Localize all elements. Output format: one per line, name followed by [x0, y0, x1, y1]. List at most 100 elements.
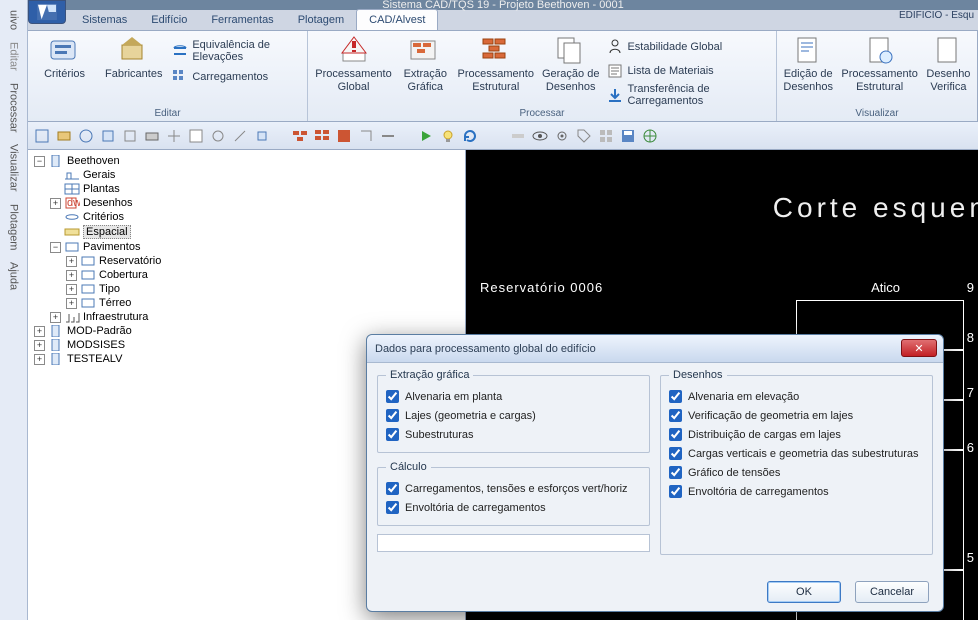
qat-grid-icon[interactable]	[598, 128, 614, 144]
group-label-visualizar: Visualizar	[777, 108, 977, 119]
fabricantes-button[interactable]: Fabricantes	[103, 35, 164, 87]
equivalencia-button[interactable]: Equivalência de Elevações	[172, 41, 301, 61]
qat-icon[interactable]	[358, 128, 374, 144]
cancel-button[interactable]: Cancelar	[855, 581, 929, 603]
tree-item[interactable]: +Tipo	[64, 282, 463, 296]
chk-carr-vh[interactable]: Carregamentos, tensões e esforços vert/h…	[386, 479, 641, 498]
dialog-titlebar[interactable]: Dados para processamento global do edifí…	[367, 335, 943, 363]
ribbon: Critérios Fabricantes Equivalência de El…	[28, 30, 978, 122]
group-visualizar: Edição deDesenhos ProcessamentoEstrutura…	[777, 31, 977, 121]
chk-lajes-geo[interactable]: Lajes (geometria e cargas)	[386, 406, 641, 425]
qat-icon[interactable]	[166, 128, 182, 144]
qat-icon[interactable]	[510, 128, 526, 144]
vis-proc-estrutural-button[interactable]: ProcessamentoEstrutural	[841, 35, 917, 93]
qat-bricks-icon[interactable]	[292, 128, 308, 144]
chk-envoltoria[interactable]: Envoltória de carregamentos	[386, 498, 641, 517]
estabilidade-button[interactable]: Estabilidade Global	[607, 37, 770, 57]
qat-icon[interactable]	[210, 128, 226, 144]
processing-dialog: Dados para processamento global do edifí…	[366, 334, 944, 612]
dialog-title: Dados para processamento global do edifí…	[375, 343, 596, 355]
chk-graf-tens[interactable]: Gráfico de tensões	[669, 463, 924, 482]
qat-play-icon[interactable]	[418, 128, 434, 144]
progress-bar	[377, 534, 650, 552]
svg-text:dwg: dwg	[67, 197, 80, 209]
ok-button[interactable]: OK	[767, 581, 841, 603]
qat-icon[interactable]	[380, 128, 396, 144]
qat-icon[interactable]	[34, 128, 50, 144]
chk-ver-lajes[interactable]: Verificação de geometria em lajes	[669, 406, 924, 425]
lista-materiais-button[interactable]: Lista de Materiais	[607, 61, 770, 81]
desenho-verif-button[interactable]: DesenhoVerifica	[926, 35, 971, 93]
proc-global-button[interactable]: ProcessamentoGlobal	[314, 35, 393, 105]
qat-globe-icon[interactable]	[642, 128, 658, 144]
qat-icon[interactable]	[188, 128, 204, 144]
transferencia-button[interactable]: Transferência de Carregamentos	[607, 85, 770, 105]
chk-alvenaria-planta[interactable]: Alvenaria em planta	[386, 387, 641, 406]
sheet-icon	[607, 63, 623, 79]
chk-cv-sub[interactable]: Cargas verticais e geometria das subestr…	[669, 444, 924, 463]
geracao-button[interactable]: Geração deDesenhos	[542, 35, 599, 105]
tab-edificio[interactable]: Edifício	[139, 10, 199, 30]
fabricantes-icon	[118, 35, 150, 67]
fieldset-desenhos: Desenhos Alvenaria em elevação Verificaç…	[660, 369, 933, 555]
qat-icon[interactable]	[78, 128, 94, 144]
sidebar-item-plotagem[interactable]: Plotagem	[8, 198, 20, 256]
extracao-button[interactable]: ExtraçãoGráfica	[401, 35, 450, 105]
tree-item[interactable]: +Térreo	[64, 296, 463, 310]
tree-item[interactable]: Plantas	[48, 182, 463, 196]
qat-gear-icon[interactable]	[554, 128, 570, 144]
qat-icon[interactable]	[232, 128, 248, 144]
tab-plotagem[interactable]: Plotagem	[286, 10, 356, 30]
tree-item[interactable]: Critérios	[48, 210, 463, 224]
qat-tag-icon[interactable]	[576, 128, 592, 144]
close-button[interactable]: ✕	[901, 339, 937, 357]
tree-item[interactable]: +Reservatório	[64, 254, 463, 268]
group-processar: ProcessamentoGlobal ExtraçãoGráfica Proc…	[308, 31, 777, 121]
legend: Extração gráfica	[386, 369, 473, 381]
tree-item[interactable]: +dwgDesenhos	[48, 196, 463, 210]
ribbon-tabs: Sistemas Edifício Ferramentas Plotagem C…	[70, 8, 978, 30]
doc3-icon	[932, 35, 964, 67]
qat-icon[interactable]	[122, 128, 138, 144]
qat-save-icon[interactable]	[620, 128, 636, 144]
app-menu-button[interactable]	[28, 0, 66, 24]
tree-item[interactable]: −Pavimentos	[48, 240, 463, 254]
tree-item-selected[interactable]: Espacial	[48, 224, 463, 240]
tree-item[interactable]: Gerais	[48, 168, 463, 182]
tab-cad-alvest[interactable]: CAD/Alvest	[356, 9, 438, 30]
pages-icon	[555, 35, 587, 67]
chk-subestruturas[interactable]: Subestruturas	[386, 425, 641, 444]
sidebar-item-visualizar[interactable]: Visualizar	[8, 138, 20, 198]
tab-ferramentas[interactable]: Ferramentas	[199, 10, 285, 30]
legend: Cálculo	[386, 461, 431, 473]
carregamentos-button[interactable]: Carregamentos	[172, 67, 301, 87]
qat-bricks3-icon[interactable]	[336, 128, 352, 144]
tree-item[interactable]: +Infraestrutura	[48, 310, 463, 324]
group-label-editar: Editar	[28, 108, 307, 119]
sidebar-item-arquivo[interactable]: uivo	[8, 4, 20, 36]
sidebar-item-ajuda[interactable]: Ajuda	[8, 256, 20, 296]
qat-bricks2-icon[interactable]	[314, 128, 330, 144]
criterios-button[interactable]: Critérios	[34, 35, 95, 87]
equivalencia-icon	[172, 43, 188, 59]
proc-estrutural-button[interactable]: ProcessamentoEstrutural	[458, 35, 534, 105]
sidebar-item-processar[interactable]: Processar	[8, 77, 20, 139]
qat-refresh-icon[interactable]	[462, 128, 478, 144]
qat-icon[interactable]	[144, 128, 160, 144]
qat-icon[interactable]	[100, 128, 116, 144]
tab-sistemas[interactable]: Sistemas	[70, 10, 139, 30]
sidebar-item-editar[interactable]: Editar	[8, 36, 20, 77]
tree-item[interactable]: +Cobertura	[64, 268, 463, 282]
qat-bulb-icon[interactable]	[440, 128, 456, 144]
chk-dist-lajes[interactable]: Distribuição de cargas em lajes	[669, 425, 924, 444]
group-editar: Critérios Fabricantes Equivalência de El…	[28, 31, 308, 121]
canvas-number: 8	[967, 330, 974, 345]
qat-icon[interactable]	[254, 128, 270, 144]
qat-eye-icon[interactable]	[532, 128, 548, 144]
chk-env-carr2[interactable]: Envoltória de carregamentos	[669, 482, 924, 501]
tree-node-root[interactable]: −Beethoven	[32, 154, 463, 168]
qat-icon[interactable]	[56, 128, 72, 144]
chk-alv-elev[interactable]: Alvenaria em elevação	[669, 387, 924, 406]
doc2-icon	[864, 35, 896, 67]
edicao-desenhos-button[interactable]: Edição deDesenhos	[783, 35, 833, 93]
